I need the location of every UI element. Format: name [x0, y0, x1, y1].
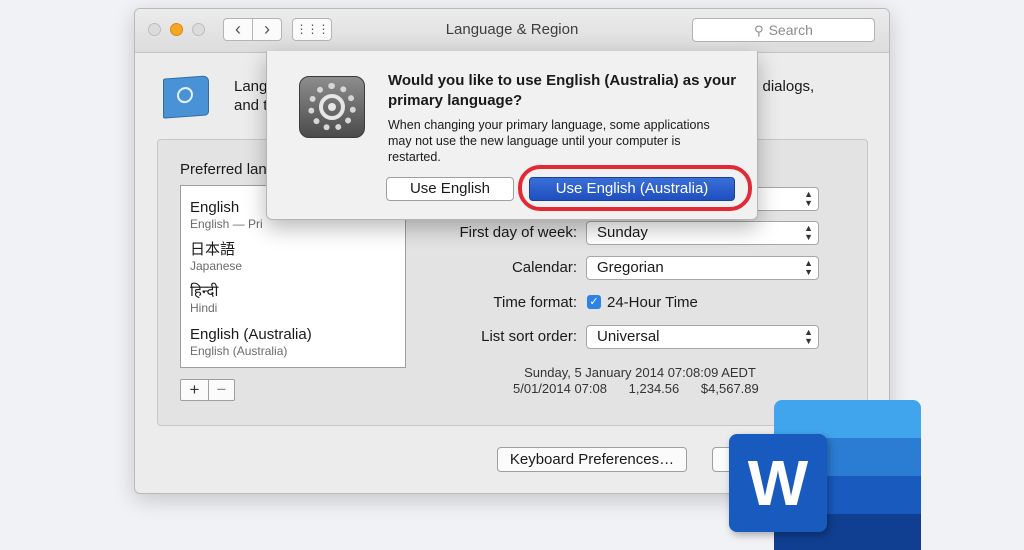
- updown-arrows-icon: ▲ ▼: [804, 223, 813, 242]
- language-subtitle: English — Pri: [190, 217, 263, 231]
- remove-language-button[interactable]: −: [208, 380, 235, 400]
- language-name: हिन्दी: [190, 283, 219, 300]
- updown-arrows-icon: ▲ ▼: [804, 258, 813, 277]
- add-language-button[interactable]: +: [181, 380, 209, 400]
- intro-text: Lang and t: [234, 77, 267, 115]
- updown-arrows-icon: ▲ ▼: [804, 189, 813, 208]
- language-subtitle: Hindi: [190, 301, 218, 315]
- globe-flag-icon: [163, 75, 209, 119]
- word-logo-stripe: [774, 400, 921, 438]
- highlight-ring: [518, 165, 752, 211]
- list-item[interactable]: 日本語 Japanese: [190, 241, 242, 274]
- use-english-button[interactable]: Use English: [386, 177, 514, 201]
- language-name: English: [190, 199, 240, 216]
- add-remove-control: + −: [180, 379, 235, 401]
- list-sort-value: Universal: [597, 328, 660, 345]
- language-name: 日本語: [190, 241, 236, 258]
- calendar-popup[interactable]: Gregorian ▲ ▼: [586, 256, 819, 280]
- list-item[interactable]: हिन्दी Hindi: [190, 283, 218, 316]
- list-item[interactable]: English (Australia) English (Australia): [190, 326, 312, 359]
- language-subtitle: English (Australia): [190, 344, 288, 358]
- globe-emblem: [177, 86, 193, 104]
- first-day-value: Sunday: [597, 224, 648, 241]
- updown-arrows-icon: ▲ ▼: [804, 327, 813, 346]
- list-item[interactable]: English English — Pri: [190, 199, 263, 232]
- gear-hub: [328, 103, 336, 111]
- sample-date-text: Sunday, 5 January 2014 07:08:09 AEDT: [524, 365, 756, 380]
- dialog-message: When changing your primary language, som…: [388, 118, 710, 164]
- system-preferences-gear-icon: [299, 76, 365, 138]
- intro-text-right: d dialogs,: [750, 78, 815, 95]
- dialog-title: Would you like to use English (Australia…: [388, 72, 737, 109]
- search-field[interactable]: ⚲ Search: [692, 18, 875, 42]
- time-format-label: Time format:: [493, 294, 577, 311]
- calendar-value: Gregorian: [597, 259, 664, 276]
- first-day-label: First day of week:: [459, 224, 577, 241]
- language-name: English (Australia): [190, 326, 312, 343]
- list-sort-popup[interactable]: Universal ▲ ▼: [586, 325, 819, 349]
- title-bar: ‹ › ⋮⋮⋮ Language & Region ⚲ Search: [135, 9, 889, 53]
- time-format-option[interactable]: 24-Hour Time: [607, 294, 698, 311]
- search-icon: ⚲: [754, 23, 764, 38]
- search-placeholder: Search: [768, 22, 813, 38]
- time-format-checkbox[interactable]: ✓: [587, 295, 601, 309]
- keyboard-preferences-button[interactable]: Keyboard Preferences…: [497, 447, 687, 472]
- intro-line-2: and t: [234, 97, 268, 114]
- sample-format-text: 5/01/2014 07:08 1,234.56 $4,567.89: [513, 381, 759, 396]
- preferred-languages-label: Preferred lan: [180, 161, 267, 178]
- word-letter-tile: W: [729, 434, 827, 532]
- list-sort-label: List sort order:: [481, 328, 577, 345]
- calendar-label: Calendar:: [511, 259, 577, 276]
- language-subtitle: Japanese: [190, 259, 243, 273]
- word-logo: W: [729, 400, 921, 550]
- intro-line-1: Lang: [234, 78, 268, 95]
- first-day-popup[interactable]: Sunday ▲ ▼: [586, 221, 819, 245]
